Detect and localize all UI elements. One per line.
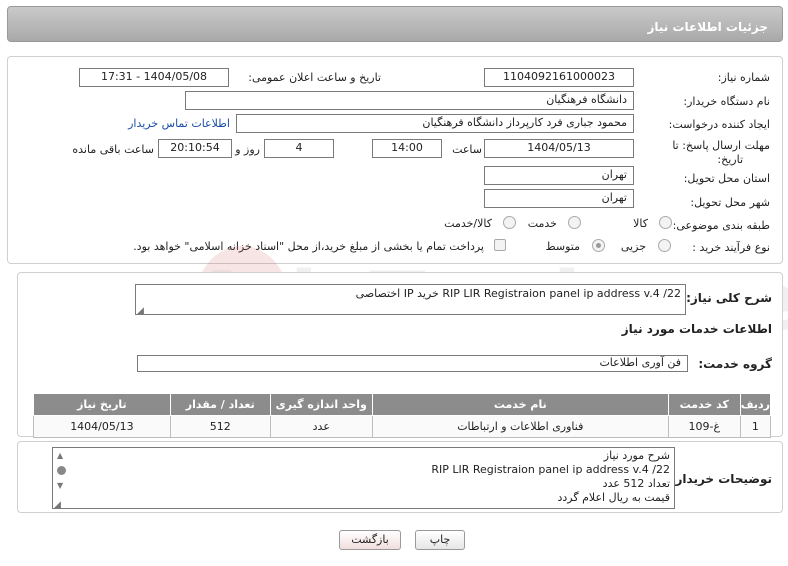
announce-label: تاریخ و ساعت اعلان عمومی:: [248, 71, 381, 84]
col-code: کد خدمت: [667, 393, 741, 416]
print-button[interactable]: چاپ: [415, 530, 465, 550]
summary-label: شرح کلی نیاز:: [686, 291, 772, 305]
remaining-time-field[interactable]: 20:10:54: [158, 139, 232, 158]
scroll-down-icon[interactable]: ▼: [57, 481, 63, 490]
process-minor-label: جزیی: [620, 240, 646, 253]
notes-line: قیمت به ریال اعلام گردد: [557, 491, 671, 504]
category-service-label: خدمت: [527, 217, 557, 230]
back-button[interactable]: بازگشت: [339, 530, 401, 550]
col-qty: تعداد / مقدار: [169, 393, 271, 416]
category-goods-service-label: کالا/خدمت: [444, 217, 492, 230]
treasury-payment-checkbox[interactable]: [494, 239, 506, 251]
row-idx: 1: [739, 415, 772, 438]
row-date: 1404/05/13: [33, 415, 171, 438]
services-table-header: ردیف کد خدمت نام خدمت واحد اندازه گیری ت…: [33, 393, 772, 416]
resize-grip-icon: ◢: [54, 500, 61, 510]
row-unit: عدد: [269, 415, 373, 438]
process-label: نوع فرآیند خرید :: [692, 241, 770, 254]
services-section-title: اطلاعات خدمات مورد نیاز: [621, 322, 772, 336]
row-code: غ-109: [667, 415, 741, 438]
page-header: جزئیات اطلاعات نیاز: [7, 6, 783, 42]
info-panel: [7, 56, 783, 264]
process-medium-radio[interactable]: [592, 239, 605, 252]
notes-textarea[interactable]: شرح مورد نیاز RIP LIR Registraion panel …: [52, 447, 675, 510]
need-number-label: شماره نیاز:: [717, 71, 770, 84]
buyer-contact-link[interactable]: اطلاعات تماس خریدار: [128, 117, 230, 130]
province-label: استان محل تحویل:: [683, 172, 770, 185]
col-name: نام خدمت: [371, 393, 669, 416]
scroll-thumb-icon[interactable]: [57, 466, 66, 475]
summary-text: RIP LIR Registraion panel ip address v.4…: [355, 287, 681, 300]
notes-line: RIP LIR Registraion panel ip address v.4…: [431, 463, 670, 476]
resize-grip-icon: ◢: [137, 306, 144, 316]
deadline-date-field[interactable]: 1404/05/13: [484, 139, 634, 158]
buyer-org-label: نام دستگاه خریدار:: [683, 95, 770, 108]
scroll-up-icon[interactable]: ▲: [57, 451, 63, 460]
notes-line: شرح مورد نیاز: [603, 449, 670, 462]
page-title: جزئیات اطلاعات نیاز: [647, 20, 768, 34]
notes-scrollbar[interactable]: ▲ ▼: [54, 449, 68, 507]
requester-label: ایجاد کننده درخواست:: [668, 118, 770, 131]
col-idx: ردیف: [739, 393, 772, 416]
requester-field[interactable]: محمود جباری فرد کارپرداز دانشگاه فرهنگیا…: [236, 114, 634, 133]
deadline-label: مهلت ارسال پاسخ: تا: [672, 139, 770, 152]
category-goods-label: کالا: [633, 217, 648, 230]
need-number-field[interactable]: 1104092161000023: [484, 68, 634, 87]
remaining-days-field[interactable]: 4: [264, 139, 334, 158]
services-table: ردیف کد خدمت نام خدمت واحد اندازه گیری ت…: [33, 393, 772, 438]
days-label: روز و: [235, 143, 260, 156]
buyer-org-field[interactable]: دانشگاه فرهنگیان: [185, 91, 634, 110]
col-unit: واحد اندازه گیری: [269, 393, 373, 416]
deadline-time-field[interactable]: 14:00: [372, 139, 442, 158]
summary-textarea[interactable]: RIP LIR Registraion panel ip address v.4…: [135, 284, 686, 316]
row-qty: 512: [169, 415, 271, 438]
deadline-label-date: تاریخ:: [717, 153, 743, 166]
deadline-time-label: ساعت: [452, 143, 482, 156]
row-name: فناوری اطلاعات و ارتباطات: [371, 415, 669, 438]
category-service-radio[interactable]: [568, 216, 581, 229]
process-minor-radio[interactable]: [658, 239, 671, 252]
remaining-label: ساعت باقی مانده: [72, 143, 154, 156]
table-row[interactable]: 1 غ-109 فناوری اطلاعات و ارتباطات عدد 51…: [33, 415, 772, 438]
service-group-label: گروه خدمت:: [698, 357, 772, 371]
service-group-field[interactable]: فن آوری اطلاعات: [137, 355, 688, 372]
announce-datetime-field[interactable]: 1404/05/08 - 17:31: [79, 68, 229, 87]
category-label: طبقه بندی موضوعی:: [672, 219, 770, 232]
notes-line: تعداد 512 عدد: [602, 477, 670, 490]
treasury-payment-note: پرداخت تمام یا بخشی از مبلغ خرید،از محل …: [133, 240, 484, 253]
city-label: شهر محل تحویل:: [690, 196, 770, 209]
province-field[interactable]: تهران: [484, 166, 634, 185]
city-field[interactable]: تهران: [484, 189, 634, 208]
process-medium-label: متوسط: [545, 240, 580, 253]
category-goods-service-radio[interactable]: [503, 216, 516, 229]
notes-text: شرح مورد نیاز RIP LIR Registraion panel …: [431, 449, 670, 505]
category-goods-radio[interactable]: [659, 216, 672, 229]
notes-label: توضیحات خریدار:: [670, 472, 772, 486]
col-date: تاریخ نیاز: [33, 393, 171, 416]
